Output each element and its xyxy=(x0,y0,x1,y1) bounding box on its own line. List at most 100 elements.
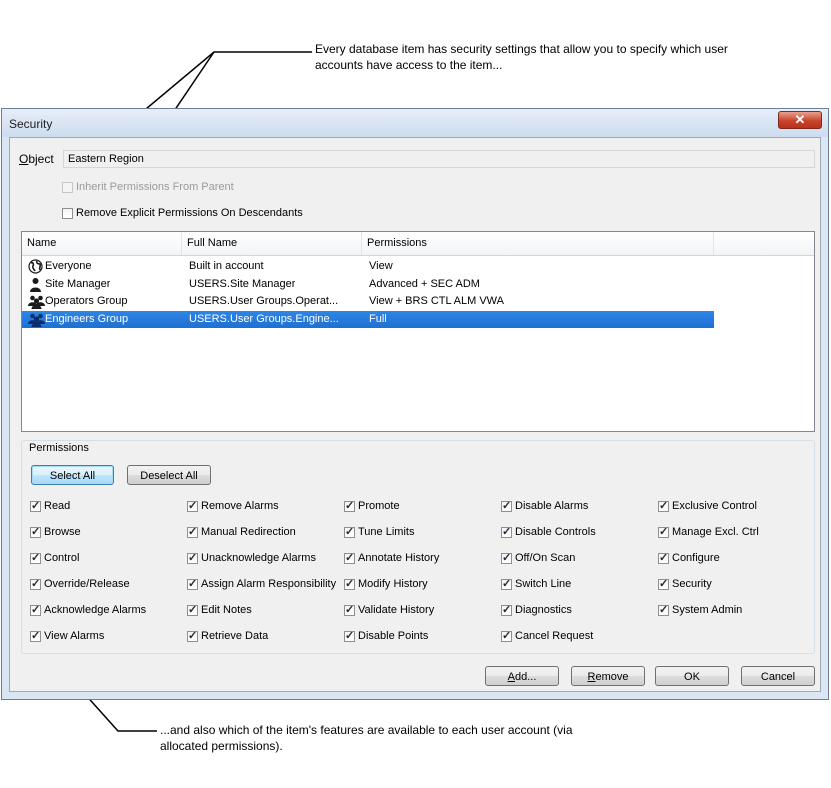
checkbox-box[interactable] xyxy=(62,181,73,193)
permission-label: Off/On Scan xyxy=(515,552,576,564)
remove-explicit-permissions-label: Remove Explicit Permissions On Descendan… xyxy=(76,207,303,219)
permission-label: Assign Alarm Responsibility xyxy=(201,578,337,590)
select-all-button[interactable]: Select All xyxy=(31,465,114,485)
permission-checkbox[interactable]: Disable Points xyxy=(344,629,428,642)
account-row[interactable]: Operators Group USERS.User Groups.Operat.… xyxy=(22,293,714,310)
object-field: Eastern Region xyxy=(63,150,815,168)
permission-label: System Admin xyxy=(672,604,743,616)
remove-button[interactable]: Remove xyxy=(571,666,645,686)
checkbox-box[interactable] xyxy=(658,525,669,538)
checkbox-box[interactable] xyxy=(30,629,41,642)
permission-checkbox[interactable]: Cancel Request xyxy=(501,629,593,642)
permission-checkbox[interactable]: Edit Notes xyxy=(187,603,252,616)
permission-checkbox[interactable]: Diagnostics xyxy=(501,603,572,616)
permission-checkbox[interactable]: Validate History xyxy=(344,603,434,616)
checkbox-box[interactable] xyxy=(187,499,198,512)
checkbox-box[interactable] xyxy=(30,551,41,564)
permission-label: Security xyxy=(672,578,712,590)
permission-checkbox[interactable]: Modify History xyxy=(344,577,428,590)
callout-bottom-text: ...and also which of the item's features… xyxy=(160,723,573,753)
checkbox-box[interactable] xyxy=(344,525,355,538)
column-header-permissions[interactable]: Permissions xyxy=(362,232,714,255)
checkbox-box[interactable] xyxy=(187,629,198,642)
permission-checkbox[interactable]: View Alarms xyxy=(30,629,105,642)
permission-checkbox[interactable]: Switch Line xyxy=(501,577,571,590)
checkbox-box[interactable] xyxy=(30,577,41,590)
cancel-button[interactable]: Cancel xyxy=(741,666,815,686)
permission-checkbox[interactable]: Assign Alarm Responsibility xyxy=(187,577,337,590)
checkbox-box[interactable] xyxy=(501,603,512,616)
permission-checkbox[interactable]: Annotate History xyxy=(344,551,439,564)
permission-checkbox[interactable]: Acknowledge Alarms xyxy=(30,603,146,616)
permission-checkbox[interactable]: Retrieve Data xyxy=(187,629,269,642)
permission-checkbox[interactable]: Browse xyxy=(30,525,81,538)
checkbox-box[interactable] xyxy=(187,551,198,564)
permission-label: Retrieve Data xyxy=(201,630,269,642)
permission-label: Disable Controls xyxy=(515,526,596,538)
object-label: Object xyxy=(19,152,54,166)
permission-checkbox[interactable]: Security xyxy=(658,577,712,590)
permission-checkbox[interactable]: Exclusive Control xyxy=(658,499,757,512)
account-row[interactable]: Everyone Built in account View xyxy=(22,258,714,275)
permission-label: View Alarms xyxy=(44,630,105,642)
checkbox-box[interactable] xyxy=(501,525,512,538)
checkbox-box[interactable] xyxy=(658,603,669,616)
checkbox-box[interactable] xyxy=(658,577,669,590)
checkbox-box[interactable] xyxy=(187,577,198,590)
checkbox-box[interactable] xyxy=(187,603,198,616)
user-icon xyxy=(28,277,43,292)
close-button[interactable]: ✕ xyxy=(778,111,822,129)
checkbox-box[interactable] xyxy=(501,551,512,564)
checkbox-box[interactable] xyxy=(344,551,355,564)
checkbox-box[interactable] xyxy=(501,577,512,590)
permission-checkbox[interactable]: Manual Redirection xyxy=(187,525,296,538)
account-permissions: Advanced + SEC ADM xyxy=(369,277,480,290)
checkbox-box[interactable] xyxy=(344,629,355,642)
checkbox-box[interactable] xyxy=(501,499,512,512)
deselect-all-button[interactable]: Deselect All xyxy=(127,465,211,485)
accounts-list[interactable]: Name Full Name Permissions Everyone Built… xyxy=(21,231,815,432)
permission-label: Modify History xyxy=(358,578,428,590)
checkbox-box[interactable] xyxy=(658,551,669,564)
user-group-icon xyxy=(28,294,45,309)
checkbox-box[interactable] xyxy=(30,603,41,616)
dialog-client-area: Object Eastern Region Inherit Permission… xyxy=(9,137,821,692)
permission-checkbox[interactable]: Promote xyxy=(344,499,400,512)
permission-checkbox[interactable]: Configure xyxy=(658,551,720,564)
permission-checkbox[interactable]: Off/On Scan xyxy=(501,551,576,564)
permission-checkbox[interactable]: Disable Controls xyxy=(501,525,596,538)
checkbox-box[interactable] xyxy=(187,525,198,538)
permission-checkbox[interactable]: Disable Alarms xyxy=(501,499,589,512)
permission-checkbox[interactable]: Read xyxy=(30,499,70,512)
permission-checkbox[interactable]: Control xyxy=(30,551,79,564)
permission-label: Disable Alarms xyxy=(515,500,589,512)
checkbox-box[interactable] xyxy=(658,499,669,512)
inherit-permissions-checkbox[interactable]: Inherit Permissions From Parent xyxy=(62,181,234,193)
checkbox-box[interactable] xyxy=(62,207,73,219)
globe-icon xyxy=(28,259,43,274)
checkbox-box[interactable] xyxy=(30,499,41,512)
column-header-full-name[interactable]: Full Name xyxy=(182,232,362,255)
permission-label: Manage Excl. Ctrl xyxy=(672,526,759,538)
account-row[interactable]: Engineers Group USERS.User Groups.Engine.… xyxy=(22,310,714,328)
account-row[interactable]: Site Manager USERS.Site Manager Advanced +… xyxy=(22,276,714,293)
permission-label: Exclusive Control xyxy=(672,500,757,512)
permission-checkbox[interactable]: Tune Limits xyxy=(344,525,414,538)
ok-button[interactable]: OK xyxy=(655,666,729,686)
permission-checkbox[interactable]: Remove Alarms xyxy=(187,499,279,512)
add-button[interactable]: Add... xyxy=(485,666,559,686)
checkbox-box[interactable] xyxy=(501,629,512,642)
window-title: Security xyxy=(9,117,53,131)
checkbox-box[interactable] xyxy=(344,499,355,512)
checkbox-box[interactable] xyxy=(30,525,41,538)
permission-checkbox[interactable]: System Admin xyxy=(658,603,743,616)
title-bar[interactable]: Security ✕ xyxy=(2,109,828,137)
remove-explicit-permissions-checkbox[interactable]: Remove Explicit Permissions On Descendan… xyxy=(62,207,303,219)
permission-checkbox[interactable]: Override/Release xyxy=(30,577,130,590)
permission-checkbox[interactable]: Manage Excl. Ctrl xyxy=(658,525,759,538)
checkbox-box[interactable] xyxy=(344,603,355,616)
column-header-name[interactable]: Name xyxy=(22,232,182,255)
checkbox-box[interactable] xyxy=(344,577,355,590)
account-name: Site Manager xyxy=(45,277,111,290)
permission-checkbox[interactable]: Unacknowledge Alarms xyxy=(187,551,316,564)
